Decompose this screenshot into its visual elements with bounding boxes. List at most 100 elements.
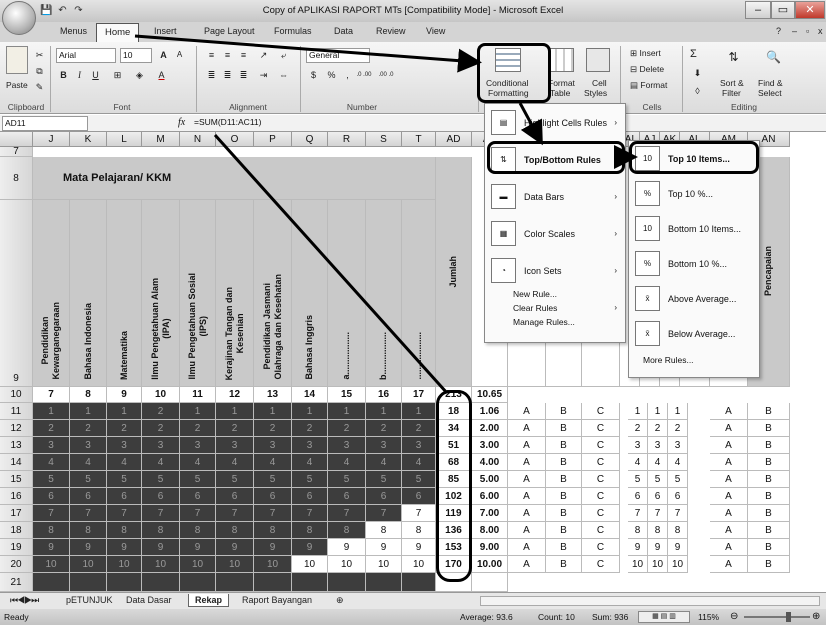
new-sheet-icon[interactable]: ⊕ [330, 594, 350, 607]
column-header[interactable]: T [402, 132, 436, 147]
increase-decimal-icon[interactable]: .0 .00 [354, 68, 374, 82]
ribbon-close-icon[interactable]: x [812, 25, 826, 37]
copy-icon[interactable]: ⧉ [32, 64, 47, 78]
grade-cell[interactable]: 10 [142, 556, 180, 573]
result-cell[interactable]: 4 [628, 454, 648, 471]
row-header[interactable]: 11 [0, 403, 33, 420]
font-color-icon[interactable]: A [154, 68, 169, 82]
undo-icon[interactable]: ↶ [56, 4, 69, 17]
result-cell[interactable]: B [748, 420, 790, 437]
result-cell[interactable]: B [546, 539, 582, 556]
menu-data-bars[interactable]: ▬ Data Bars › [485, 178, 625, 215]
menu-bottom-10-percent[interactable]: % Bottom 10 %... [629, 246, 759, 281]
format-painter-icon[interactable]: ✎ [32, 80, 47, 94]
result-cell[interactable]: A [710, 403, 748, 420]
decrease-decimal-icon[interactable]: .00 .0 [376, 68, 396, 82]
sheet-tab-rekap[interactable]: Rekap [188, 594, 230, 607]
save-icon[interactable]: 💾 [40, 4, 53, 17]
result-cell[interactable]: 5 [628, 471, 648, 488]
name-box[interactable]: AD11 [2, 116, 88, 131]
average-cell[interactable]: 9.00 [472, 539, 508, 556]
horizontal-scrollbar[interactable] [480, 596, 820, 606]
grade-cell[interactable]: 4 [107, 454, 142, 471]
result-cell[interactable]: A [508, 505, 546, 522]
merge-center-icon[interactable]: ⇔ [276, 68, 291, 82]
partial-cell[interactable] [292, 573, 328, 592]
grade-cell[interactable]: 8 [402, 522, 436, 539]
grade-cell[interactable]: 3 [402, 437, 436, 454]
grade-cell[interactable]: 9 [33, 539, 70, 556]
result-cell[interactable]: 9 [628, 539, 648, 556]
grade-cell[interactable]: 1 [33, 403, 70, 420]
result-cell[interactable]: A [710, 505, 748, 522]
result-cell[interactable]: C [582, 539, 620, 556]
grade-cell[interactable]: 7 [402, 505, 436, 522]
find-select-icon[interactable]: 🔍 [766, 50, 781, 64]
result-cell[interactable]: A [508, 488, 546, 505]
grade-cell[interactable]: 5 [107, 471, 142, 488]
result-cell[interactable]: 3 [628, 437, 648, 454]
result-cell[interactable]: 4 [648, 454, 668, 471]
kkm-cell[interactable]: 15 [328, 387, 366, 403]
grade-cell[interactable]: 6 [70, 488, 107, 505]
sort-filter-icon[interactable]: ⇅ [726, 50, 741, 64]
menu-color-scales[interactable]: ▦ Color Scales › [485, 215, 625, 252]
menu-bottom-10-items[interactable]: 10 Bottom 10 Items... [629, 211, 759, 246]
delete-cells-button[interactable]: ⊟ Delete [630, 64, 664, 75]
result-cell[interactable]: B [546, 556, 582, 573]
align-right-icon[interactable]: ≣ [236, 68, 251, 82]
result-cell[interactable]: 10 [648, 556, 668, 573]
zoom-slider-thumb[interactable] [786, 612, 791, 622]
grade-cell[interactable]: 3 [216, 437, 254, 454]
average-cell[interactable]: 7.00 [472, 505, 508, 522]
grade-cell[interactable]: 10 [107, 556, 142, 573]
row-header[interactable]: 21 [0, 573, 33, 592]
underline-button[interactable]: U [88, 68, 103, 82]
result-cell[interactable]: C [582, 403, 620, 420]
grade-cell[interactable]: 2 [328, 420, 366, 437]
italic-button[interactable]: I [72, 68, 87, 82]
row-header[interactable]: 12 [0, 420, 33, 437]
grade-cell[interactable]: 7 [254, 505, 292, 522]
grade-cell[interactable]: 8 [254, 522, 292, 539]
kkm-cell[interactable]: 14 [292, 387, 328, 403]
grade-cell[interactable]: 10 [366, 556, 402, 573]
align-center-icon[interactable]: ≣ [220, 68, 235, 82]
grade-cell[interactable]: 9 [254, 539, 292, 556]
result-cell[interactable]: 5 [668, 471, 688, 488]
grade-cell[interactable]: 5 [142, 471, 180, 488]
grade-cell[interactable]: 7 [292, 505, 328, 522]
partial-cell[interactable] [254, 573, 292, 592]
sheet-tab-petunjuk[interactable]: pETUNJUK [60, 594, 119, 606]
grade-cell[interactable]: 8 [107, 522, 142, 539]
result-cell[interactable]: C [582, 556, 620, 573]
font-name-box[interactable]: Arial [56, 48, 116, 63]
row-header[interactable]: 15 [0, 471, 33, 488]
result-cell[interactable]: 6 [628, 488, 648, 505]
align-left-icon[interactable]: ≣ [204, 68, 219, 82]
tab-menus[interactable]: Menus [54, 25, 93, 37]
result-cell[interactable]: B [546, 403, 582, 420]
autosum-icon[interactable]: Σ [690, 48, 697, 60]
wrap-text-icon[interactable]: ⤶ [276, 48, 291, 62]
grade-cell[interactable]: 7 [366, 505, 402, 522]
average-cell[interactable]: 8.00 [472, 522, 508, 539]
result-cell[interactable]: C [582, 488, 620, 505]
grade-cell[interactable]: 7 [180, 505, 216, 522]
result-cell[interactable]: B [748, 539, 790, 556]
fill-color-icon[interactable]: ◈ [132, 68, 147, 82]
row-header[interactable]: 16 [0, 488, 33, 505]
average-cell[interactable]: 3.00 [472, 437, 508, 454]
insert-cells-button[interactable]: ⊞ Insert [630, 48, 661, 59]
align-top-icon[interactable]: ≡ [204, 48, 219, 62]
grade-cell[interactable]: 2 [254, 420, 292, 437]
result-cell[interactable]: 6 [668, 488, 688, 505]
grade-cell[interactable]: 8 [328, 522, 366, 539]
grade-cell[interactable]: 6 [33, 488, 70, 505]
grade-cell[interactable]: 7 [107, 505, 142, 522]
menu-icon-sets[interactable]: ◔ Icon Sets › [485, 252, 625, 289]
result-cell[interactable]: 8 [648, 522, 668, 539]
grade-cell[interactable]: 10 [328, 556, 366, 573]
result-cell[interactable]: 2 [668, 420, 688, 437]
result-cell[interactable]: B [748, 454, 790, 471]
